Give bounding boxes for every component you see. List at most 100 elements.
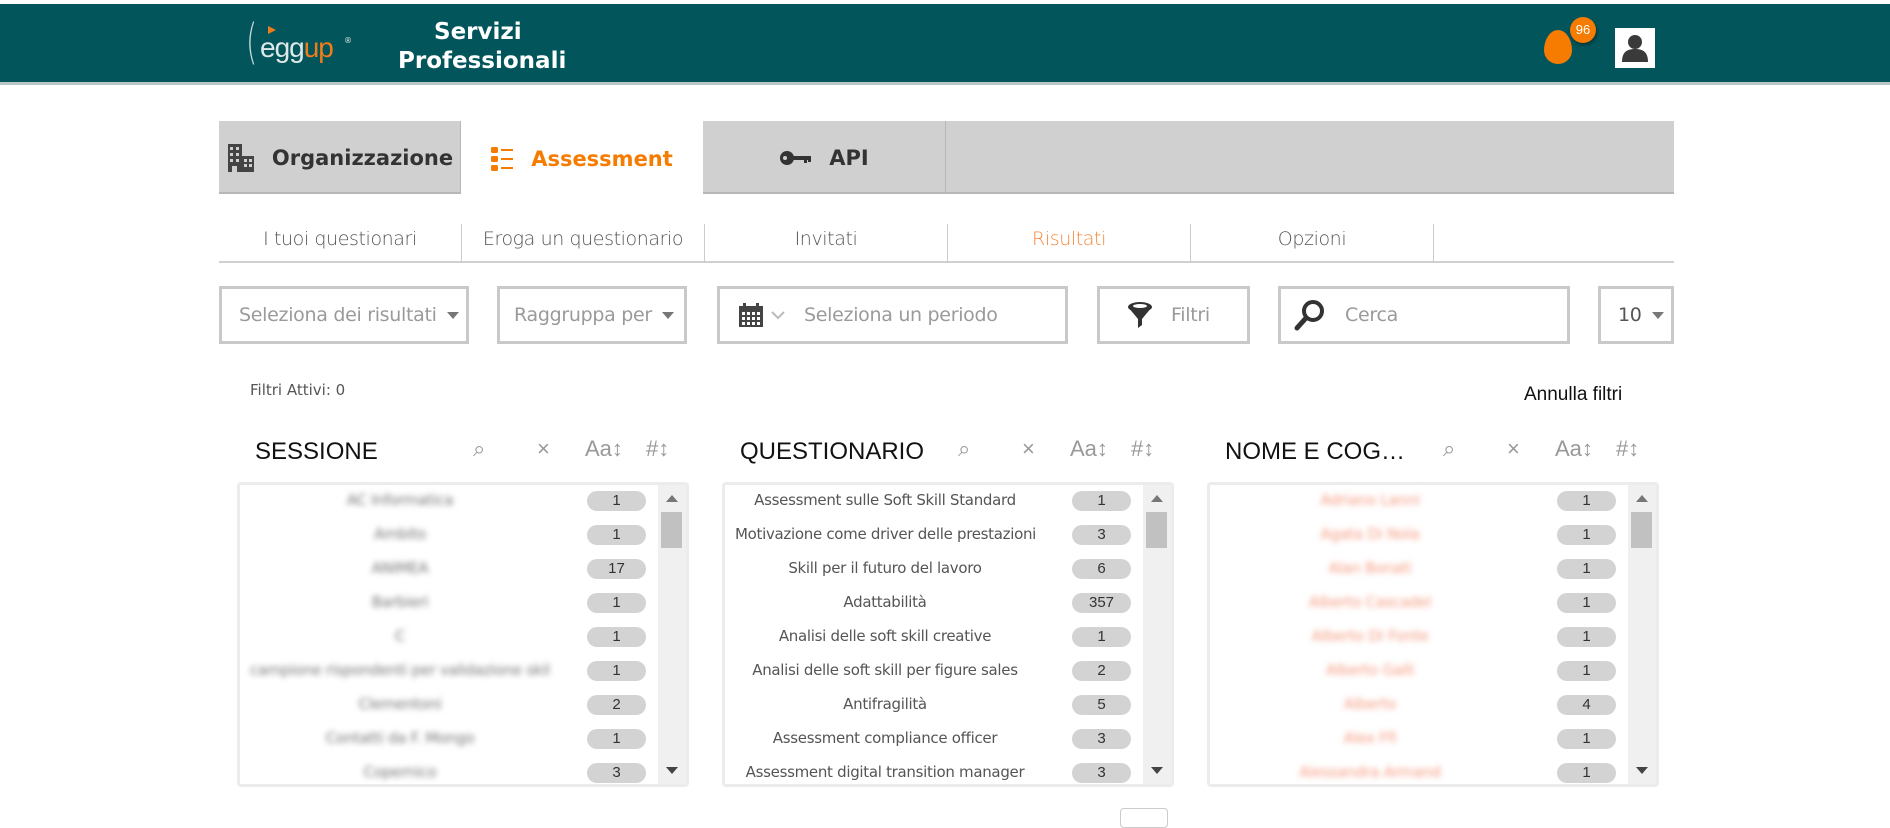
search-icon[interactable]: ⌕ (473, 436, 485, 462)
search-placeholder: Cerca (1345, 304, 1398, 326)
select-results-placeholder: Seleziona dei risultati (239, 304, 437, 326)
scroll-up-icon[interactable] (1151, 495, 1163, 502)
filters-button[interactable]: Filtri (1097, 286, 1250, 344)
tab-api[interactable]: API (703, 121, 946, 194)
subtab-i-tuoi-questionari[interactable]: I tuoi questionari (219, 224, 462, 263)
list-item[interactable]: Agata Di Nola 1 (1210, 519, 1630, 553)
sub-tabs: I tuoi questionari Eroga un questionario… (219, 220, 1674, 263)
egg-notification-icon[interactable] (1544, 30, 1572, 64)
list-item[interactable]: Analisi delle soft skill creative 1 (725, 621, 1145, 655)
list-item-label: Copernico (363, 763, 437, 781)
scroll-down-icon[interactable] (1151, 767, 1163, 774)
list-item[interactable]: Skill per il futuro del lavoro 6 (725, 553, 1145, 587)
user-icon (1622, 35, 1648, 62)
sort-numeric-icon[interactable]: #↕ (646, 436, 669, 462)
list-item[interactable]: C1 (240, 621, 660, 655)
notification-badge[interactable]: 96 (1570, 17, 1596, 43)
scrollbar[interactable] (658, 485, 686, 784)
list-item[interactable]: Alberto Cascadel 1 (1210, 587, 1630, 621)
list-item[interactable]: Copernico 3 (240, 757, 660, 784)
close-icon[interactable]: × (1507, 436, 1520, 462)
user-avatar[interactable] (1615, 28, 1655, 68)
sort-alpha-icon[interactable]: Aa↕ (1555, 436, 1593, 462)
list-item-label: Adriano Lanni (1320, 491, 1420, 509)
close-icon[interactable]: × (1022, 436, 1035, 462)
eggup-logo[interactable]: ( eggup ® (246, 14, 356, 74)
list-item[interactable]: Barbieri 1 (240, 587, 660, 621)
list-item[interactable]: Alberto Di Fonte 1 (1210, 621, 1630, 655)
scroll-thumb[interactable] (1146, 512, 1167, 548)
period-picker[interactable]: Seleziona un periodo (717, 286, 1068, 344)
scroll-thumb[interactable] (661, 512, 682, 548)
list-item-label: Skill per il futuro del lavoro (788, 559, 982, 577)
top-bar: ( eggup ® Servizi Professionali 96 (0, 4, 1890, 85)
page-size-dropdown[interactable]: 10 (1598, 286, 1674, 344)
clear-filters-link[interactable]: Annulla filtri (1524, 384, 1622, 406)
scrollbar[interactable] (1143, 485, 1171, 784)
list-item-label: AC Informatica (346, 491, 454, 509)
search-icon[interactable]: ⌕ (958, 436, 970, 462)
chevron-down-icon (446, 311, 459, 319)
search-input[interactable]: Cerca (1278, 286, 1570, 344)
list-item[interactable]: Alan Bonati 1 (1210, 553, 1630, 587)
pagination-button[interactable] (1120, 808, 1168, 828)
close-icon[interactable]: × (537, 436, 550, 462)
list-item[interactable]: AC Informatica 1 (240, 485, 660, 519)
list-item[interactable]: Assessment compliance officer 3 (725, 723, 1145, 757)
scroll-down-icon[interactable] (1636, 767, 1648, 774)
count-badge: 1 (1072, 491, 1131, 511)
list-item[interactable]: Antifragilità 5 (725, 689, 1145, 723)
list-item[interactable]: campione rispondenti per validazione ski… (240, 655, 660, 689)
scroll-up-icon[interactable] (1636, 495, 1648, 502)
list-item[interactable]: Analisi delle soft skill per figure sale… (725, 655, 1145, 689)
list-item[interactable]: Ambito 1 (240, 519, 660, 553)
sort-alpha-icon[interactable]: Aa↕ (585, 436, 623, 462)
select-results-dropdown[interactable]: Seleziona dei risultati (219, 286, 469, 344)
count-badge: 1 (1557, 661, 1616, 681)
scrollbar[interactable] (1628, 485, 1656, 784)
list-item[interactable]: ANIMEA 17 (240, 553, 660, 587)
tab-assessment[interactable]: Assessment (461, 121, 703, 196)
active-filters-count: Filtri Attivi: 0 (250, 381, 346, 399)
subtab-invitati[interactable]: Invitati (705, 224, 948, 263)
count-badge: 1 (1557, 763, 1616, 783)
group-by-dropdown[interactable]: Raggruppa per (497, 286, 687, 344)
list-item[interactable]: Alberto 4 (1210, 689, 1630, 723)
list-item[interactable]: Assessment sulle Soft Skill Standard 1 (725, 485, 1145, 519)
scroll-thumb[interactable] (1631, 512, 1652, 548)
list-item-label: Alberto Cascadel (1308, 593, 1432, 611)
list-item-label: Analisi delle soft skill per figure sale… (752, 661, 1018, 679)
count-badge: 1 (587, 525, 646, 545)
panel-title: SESSIONE (255, 438, 378, 465)
list-item[interactable]: Adriano Lanni 1 (1210, 485, 1630, 519)
list-item[interactable]: Alberto Galli 1 (1210, 655, 1630, 689)
list-item[interactable]: Contatti da F. Mongo 1 (240, 723, 660, 757)
subtab-eroga-questionario[interactable]: Eroga un questionario (462, 224, 705, 263)
subtab-risultati[interactable]: Risultati (948, 224, 1191, 263)
list-item-label: Alberto Galli (1325, 661, 1415, 679)
panel-header-sessione: SESSIONE ⌕ × Aa↕ #↕ (255, 434, 695, 470)
search-icon[interactable]: ⌕ (1443, 436, 1455, 462)
list-item[interactable]: Assessment digital transition manager 3 (725, 757, 1145, 784)
subtab-opzioni[interactable]: Opzioni (1191, 224, 1434, 263)
count-badge: 2 (587, 695, 646, 715)
building-icon (226, 142, 256, 174)
list-item[interactable]: Motivazione come driver delle prestazion… (725, 519, 1145, 553)
panel-title: NOME E COG… (1225, 438, 1406, 465)
panel-rows: Adriano Lanni 1 Agata Di Nola 1 Alan Bonati 1… (1210, 485, 1630, 784)
list-item[interactable]: Alessandra Armand 1 (1210, 757, 1630, 784)
scroll-up-icon[interactable] (666, 495, 678, 502)
scroll-down-icon[interactable] (666, 767, 678, 774)
list-item-label: Alberto (1343, 695, 1397, 713)
sort-alpha-icon[interactable]: Aa↕ (1070, 436, 1108, 462)
list-item[interactable]: Alex Ffi 1 (1210, 723, 1630, 757)
sort-numeric-icon[interactable]: #↕ (1131, 436, 1154, 462)
panel-questionario: Assessment sulle Soft Skill Standard 1 Mot… (722, 482, 1174, 787)
sort-numeric-icon[interactable]: #↕ (1616, 436, 1639, 462)
list-item[interactable]: Adattabilità 357 (725, 587, 1145, 621)
list-item[interactable]: Clementoni 2 (240, 689, 660, 723)
tab-assessment-label: Assessment (531, 146, 673, 171)
tab-organizzazione[interactable]: Organizzazione (219, 121, 461, 194)
list-item-label: Assessment compliance officer (772, 729, 998, 747)
list-item-label: Alessandra Armand (1299, 763, 1441, 781)
